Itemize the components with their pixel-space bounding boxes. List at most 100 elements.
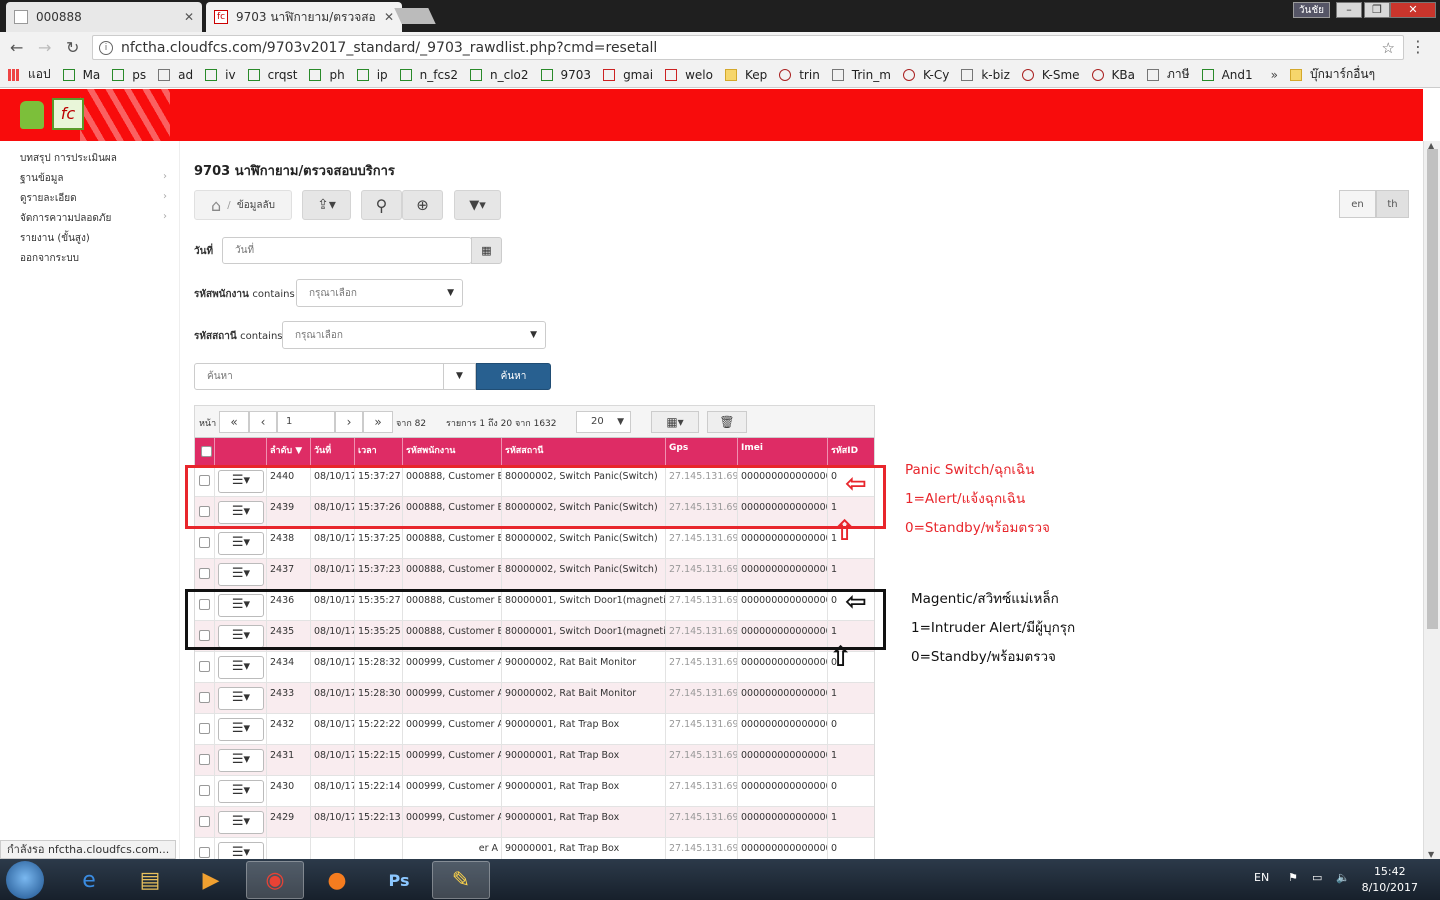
row-menu-button[interactable]: ☰▾ [218,749,264,772]
row-menu-button[interactable]: ☰▾ [218,532,264,555]
header-employee[interactable]: รหัสพนักงาน [403,438,502,466]
window-close-button[interactable]: ✕ [1390,2,1436,18]
home-breadcrumb[interactable]: ⌂ / ข้อมูลลับ [194,190,292,220]
row-checkbox[interactable] [199,723,210,734]
reload-icon[interactable]: ↻ [66,38,79,57]
row-checkbox[interactable] [199,847,210,858]
tab-000888[interactable]: 000888 ✕ [6,2,202,32]
tab-9703[interactable]: fc 9703 นาฬิกายาม/ตรวจสอบ ✕ [206,2,402,32]
info-icon[interactable]: i [99,40,113,55]
table-row[interactable]: ☰▾ 2430 08/10/17 15:22:14 000999, Customer A… [195,776,874,807]
sidebar-item-reports[interactable]: รายงาน (ขั้นสูง) [20,231,90,246]
bookmark-item[interactable]: n_clo2 [470,68,529,82]
header-time[interactable]: เวลา [355,438,403,466]
bookmark-apps[interactable]: แอป [8,65,51,84]
sidebar-item-security[interactable]: จัดการความปลอดภัย › [20,211,167,226]
advanced-search-button[interactable]: ⊕ [402,190,443,220]
bookmark-item[interactable]: ip [356,68,388,82]
bookmark-item[interactable]: n_fcs2 [399,68,458,82]
minimize-button[interactable]: – [1336,2,1362,18]
maximize-button[interactable]: ❐ [1364,2,1390,18]
page-number-input[interactable]: 1 [277,411,335,433]
scroll-thumb[interactable] [1427,149,1438,629]
tab-close-icon[interactable]: ✕ [384,10,394,24]
export-button[interactable]: ⇪▾ [302,190,351,220]
row-checkbox[interactable] [199,692,210,703]
row-menu-button[interactable]: ☰▾ [218,811,264,834]
sidebar-item-details[interactable]: ดูรายละเอียด › [20,191,167,206]
search-options-dropdown[interactable]: ▼ [443,363,476,390]
tab-close-icon[interactable]: ✕ [184,10,194,24]
table-row[interactable]: ☰▾ 2432 08/10/17 15:22:22 000999, Customer A… [195,714,874,745]
chrome-icon[interactable]: ◉ [246,861,304,899]
table-row[interactable]: ☰▾ 2434 08/10/17 15:28:32 000999, Customer A… [195,652,874,683]
bookmark-item[interactable]: welo [665,68,713,82]
employee-select[interactable]: กรุณาเลือก ▼ [296,279,463,307]
header-date[interactable]: วันที่ [311,438,355,466]
more-menu-icon[interactable]: ⋮ [1410,37,1426,56]
bookmark-item[interactable]: Ma [62,68,100,82]
header-gps[interactable]: Gps [666,438,738,466]
forward-arrow-icon[interactable]: → [38,38,51,57]
back-arrow-icon[interactable]: ← [10,38,23,57]
bookmark-item[interactable]: crqst [247,68,297,82]
search-toggle-button[interactable]: ⚲ [361,190,402,220]
window-user-badge[interactable]: วันชัย [1292,2,1330,18]
prev-page-button[interactable]: ‹ [249,411,277,433]
bookmark-item[interactable]: And1 [1201,68,1253,82]
sidebar-item-summary[interactable]: บทสรุป การประเมินผล [20,151,117,166]
filter-button[interactable]: ▼▾ [454,190,501,220]
table-row[interactable]: ☰▾ 2438 08/10/17 15:37:25 000888, Customer B… [195,528,874,559]
media-player-icon[interactable]: ▶ [182,861,240,899]
last-page-button[interactable]: » [363,411,393,433]
next-page-button[interactable]: › [335,411,363,433]
lang-en-button[interactable]: en [1339,190,1376,218]
bookmark-item[interactable]: ภาษี [1147,65,1190,84]
bookmark-item[interactable]: ph [309,68,345,82]
photoshop-icon[interactable]: Ps [370,861,428,899]
volume-icon[interactable]: 🔈 [1336,871,1350,884]
bookmark-item[interactable]: K-Cy [902,68,949,82]
clock[interactable]: 15:42 8/10/2017 [1362,864,1418,896]
header-station[interactable]: รหัสสถานี [502,438,666,466]
page-size-select[interactable]: 20 ▼ [576,411,631,433]
flag-icon[interactable]: ⚑ [1288,871,1298,884]
table-row[interactable]: ☰▾ 2437 08/10/17 15:37:23 000888, Customer B… [195,559,874,590]
first-page-button[interactable]: « [219,411,249,433]
header-id[interactable]: รหัสID [828,438,874,466]
bookmark-item[interactable]: iv [205,68,236,82]
bookmark-item[interactable]: k-biz [961,68,1010,82]
bookmark-item[interactable]: ps [112,68,146,82]
row-checkbox[interactable] [199,754,210,765]
star-icon[interactable]: ☆ [1382,39,1395,57]
address-bar[interactable]: i nfctha.cloudfcs.com/9703v2017_standard… [92,35,1404,60]
bookmark-item[interactable]: KBa [1091,68,1135,82]
row-checkbox[interactable] [199,661,210,672]
start-button[interactable] [6,861,44,899]
row-menu-button[interactable]: ☰▾ [218,718,264,741]
sidebar-item-database[interactable]: ฐานข้อมูล › [20,171,167,186]
header-seq[interactable]: ลำดับ ▼ [267,438,311,466]
delete-button[interactable]: 🗑 [707,411,747,433]
fcs-logo[interactable]: fc [52,98,84,130]
row-checkbox[interactable] [199,537,210,548]
search-button[interactable]: ค้นหา [476,363,551,390]
android-logo-icon[interactable] [20,101,44,129]
bookmarks-overflow[interactable]: » [1271,68,1278,82]
calendar-button[interactable]: ▦ [471,237,502,264]
row-checkbox[interactable] [199,785,210,796]
lang-th-button[interactable]: th [1376,190,1409,218]
app-icon[interactable]: ✎ [432,861,490,899]
bookmark-item[interactable]: gmai [603,68,653,82]
row-checkbox[interactable] [199,568,210,579]
bookmark-item[interactable]: trin [779,68,820,82]
table-row[interactable]: ☰▾ 2433 08/10/17 15:28:30 000999, Customer A… [195,683,874,714]
bookmark-item[interactable]: Kep [724,68,767,82]
bookmark-item[interactable]: K-Sme [1021,68,1080,82]
row-menu-button[interactable]: ☰▾ [218,780,264,803]
row-checkbox[interactable] [199,816,210,827]
scroll-down-icon[interactable]: ▼ [1428,850,1434,859]
bookmark-item[interactable]: 9703 [540,68,591,82]
sidebar-item-logout[interactable]: ออกจากระบบ [20,251,79,266]
other-bookmarks[interactable]: บุ๊กมาร์กอื่นๆ [1289,65,1375,84]
